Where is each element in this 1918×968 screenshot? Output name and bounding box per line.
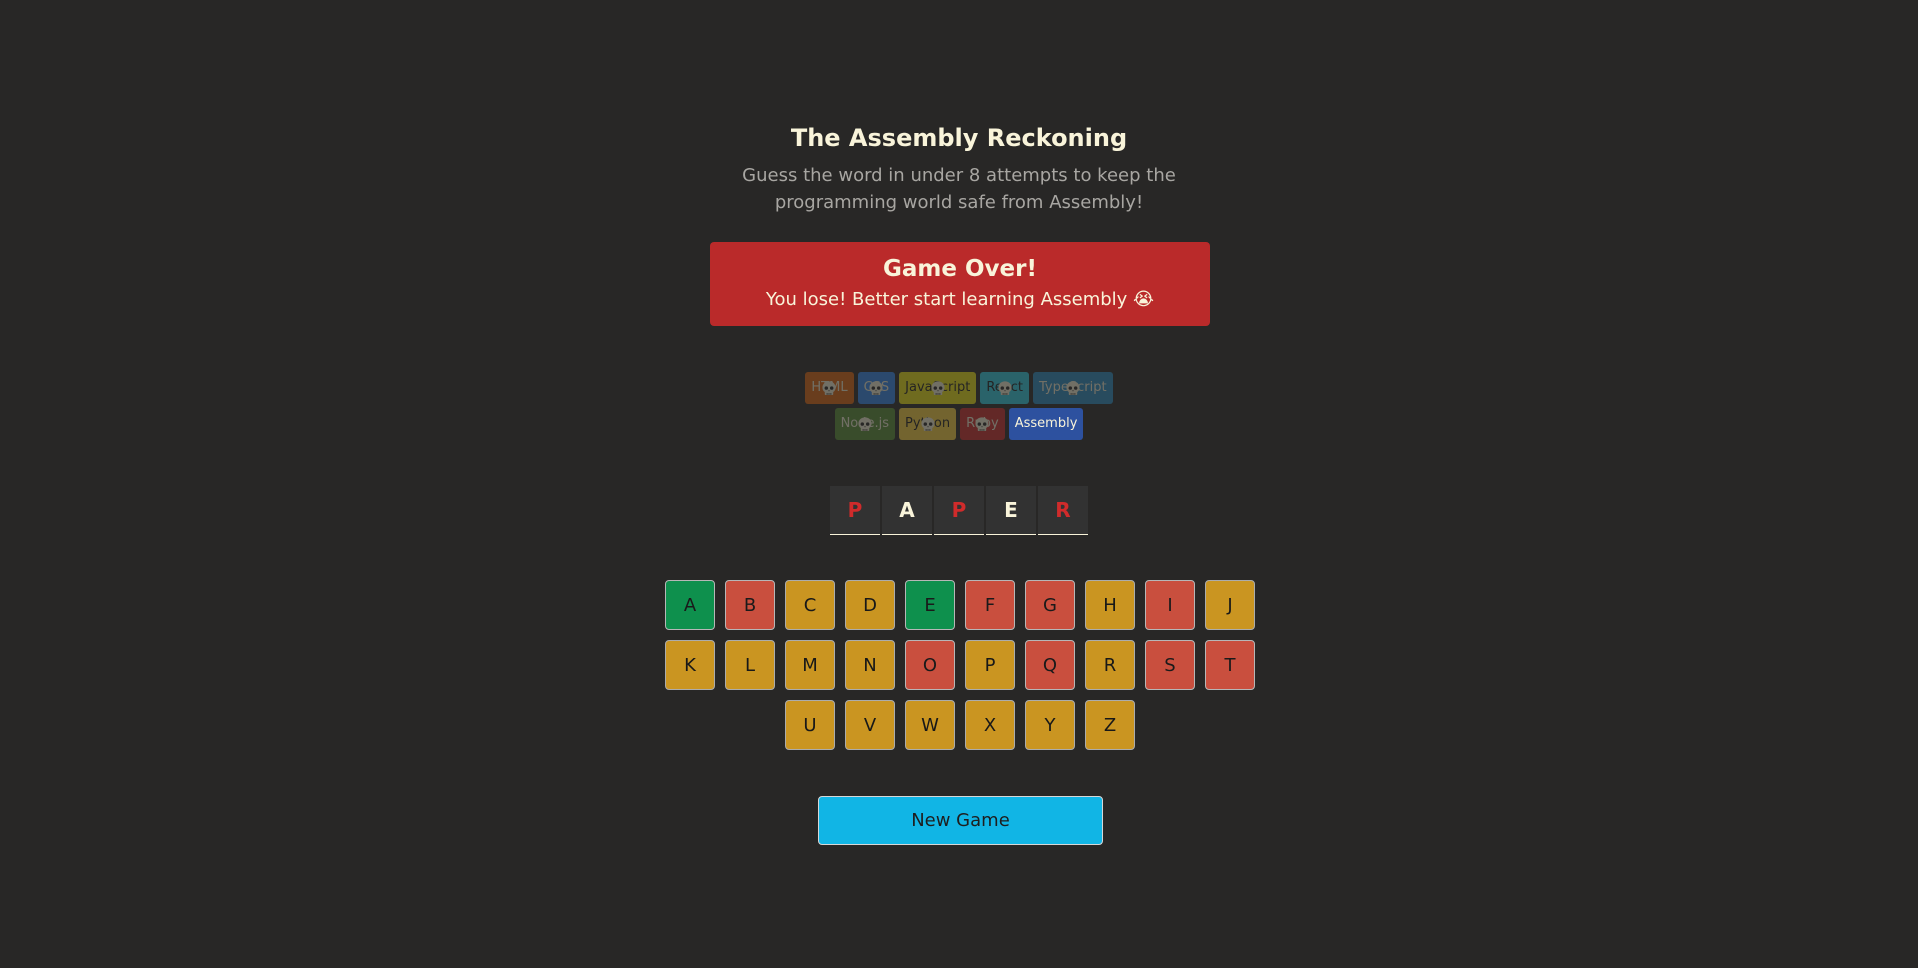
skull-icon <box>929 379 947 397</box>
keyboard: ABCDEFGHIJ KLMNOPQRST UVWXYZ <box>665 580 1255 750</box>
key-v[interactable]: V <box>845 700 895 750</box>
key-n[interactable]: N <box>845 640 895 690</box>
key-q[interactable]: Q <box>1025 640 1075 690</box>
skull-icon <box>1064 379 1082 397</box>
key-t[interactable]: T <box>1205 640 1255 690</box>
key-a[interactable]: A <box>665 580 715 630</box>
key-x[interactable]: X <box>965 700 1015 750</box>
key-p[interactable]: P <box>965 640 1015 690</box>
skull-icon <box>820 379 838 397</box>
language-chip: JavaScript <box>899 372 977 404</box>
language-chip-label: Assembly <box>1014 416 1078 431</box>
key-g[interactable]: G <box>1025 580 1075 630</box>
language-chip: TypeScript <box>1033 372 1113 404</box>
key-j[interactable]: J <box>1205 580 1255 630</box>
key-r[interactable]: R <box>1085 640 1135 690</box>
key-k[interactable]: K <box>665 640 715 690</box>
key-c[interactable]: C <box>785 580 835 630</box>
key-d[interactable]: D <box>845 580 895 630</box>
key-l[interactable]: L <box>725 640 775 690</box>
page-subtitle: Guess the word in under 8 attempts to ke… <box>742 165 1176 213</box>
game-page: The Assembly Reckoning Guess the word in… <box>0 0 1918 968</box>
skull-icon <box>996 379 1014 397</box>
word-letter: E <box>986 486 1036 535</box>
key-i[interactable]: I <box>1145 580 1195 630</box>
key-s[interactable]: S <box>1145 640 1195 690</box>
status-message: You lose! Better start learning Assembly… <box>765 289 1155 310</box>
key-h[interactable]: H <box>1085 580 1135 630</box>
key-b[interactable]: B <box>725 580 775 630</box>
key-u[interactable]: U <box>785 700 835 750</box>
language-chip: CSS <box>857 372 896 404</box>
key-e[interactable]: E <box>905 580 955 630</box>
new-game-button[interactable]: New Game <box>818 796 1103 845</box>
language-chip: Assembly <box>1008 408 1084 440</box>
key-f[interactable]: F <box>965 580 1015 630</box>
word-letter: R <box>1038 486 1088 535</box>
status-title: Game Over! <box>883 256 1037 282</box>
skull-icon <box>919 415 937 433</box>
skull-icon <box>973 415 991 433</box>
key-y[interactable]: Y <box>1025 700 1075 750</box>
skull-icon <box>856 415 874 433</box>
language-chip: Python <box>899 408 957 440</box>
key-m[interactable]: M <box>785 640 835 690</box>
word-letter: P <box>830 486 880 535</box>
word-letter: P <box>934 486 984 535</box>
language-chip: HTML <box>805 372 854 404</box>
key-w[interactable]: W <box>905 700 955 750</box>
language-chips: HTMLCSSJavaScriptReactTypeScript Node.jsP… <box>780 372 1138 440</box>
language-chip: Ruby <box>960 408 1005 440</box>
word-display: PAPER <box>830 486 1088 535</box>
page-title: The Assembly Reckoning <box>790 124 1128 152</box>
language-chip: React <box>980 372 1030 404</box>
header: The Assembly Reckoning Guess the word in… <box>0 120 1918 216</box>
skull-icon <box>867 379 885 397</box>
language-chip: Node.js <box>834 408 896 440</box>
word-letter: A <box>882 486 932 535</box>
key-z[interactable]: Z <box>1085 700 1135 750</box>
key-o[interactable]: O <box>905 640 955 690</box>
game-status-banner: Game Over! You lose! Better start learni… <box>710 242 1210 326</box>
